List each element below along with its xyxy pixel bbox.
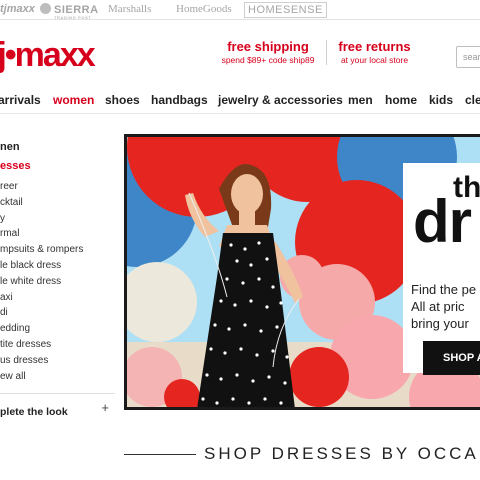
sidebar-divider: [0, 393, 115, 394]
nav-item-jewelry-accessories[interactable]: jewelry & accessories: [218, 93, 343, 107]
sidebar-item-jumpsuits-rompers[interactable]: mpsuits & rompers: [0, 242, 83, 258]
free-shipping-promo[interactable]: free shipping spend $89+ code ship89: [212, 40, 324, 65]
hero-copy-line: bring your: [411, 316, 469, 331]
hero-title-line-2: dr: [413, 188, 472, 255]
heading-rule: [124, 454, 196, 455]
main-nav: arrivals women shoes handbags jewelry & …: [0, 84, 480, 114]
shop-by-occasion-heading: SHOP DRESSES BY OCCA: [124, 440, 480, 470]
sidebar-item-view-all[interactable]: ew all: [0, 369, 83, 385]
sidebar-item-cocktail[interactable]: cktail: [0, 195, 83, 211]
hero-copy: Find the pe All at pric bring your: [411, 281, 480, 332]
hero-banner[interactable]: the dr Find the pe All at pric bring you…: [124, 134, 480, 410]
homesense-brand-link[interactable]: HOMESENSE: [244, 2, 327, 18]
sidebar-item-wedding[interactable]: edding: [0, 321, 83, 337]
sidebar-item-midi[interactable]: di: [0, 305, 83, 321]
sidebar-item-little-black-dress[interactable]: le black dress: [0, 258, 83, 274]
nav-item-women[interactable]: women: [53, 93, 94, 107]
nav-item-home[interactable]: home: [385, 93, 417, 107]
tjmaxx-brand-link[interactable]: tjmaxx: [0, 3, 35, 15]
tjmaxx-logo[interactable]: tj•maxx: [0, 38, 96, 72]
nav-item-kids[interactable]: kids: [429, 93, 453, 107]
search-placeholder: search: [463, 52, 480, 62]
sidebar-item-little-white-dress[interactable]: le white dress: [0, 274, 83, 290]
sidebar-item-maxi[interactable]: axi: [0, 290, 83, 306]
marshalls-brand-link[interactable]: Marshalls: [108, 3, 151, 15]
woman-face: [231, 174, 263, 214]
nav-item-men[interactable]: men: [348, 93, 373, 107]
free-returns-promo[interactable]: free returns at your local store: [326, 40, 422, 65]
sidebar-item-formal[interactable]: rmal: [0, 226, 83, 242]
hero-copy-line: Find the pe: [411, 282, 477, 297]
family-brand-bar: tjmaxx SIERRA TRADING POST Marshalls Home…: [0, 0, 480, 20]
sidebar-item-career[interactable]: reer: [0, 179, 83, 195]
free-returns-detail: at your local store: [340, 55, 409, 65]
sidebar-item-dresses[interactable]: esses: [0, 160, 31, 172]
nav-item-shoes[interactable]: shoes: [105, 93, 140, 107]
site-header: tj•maxx free shipping spend $89+ code sh…: [0, 20, 480, 84]
section-title: SHOP DRESSES BY OCCA: [204, 444, 479, 463]
sidebar-item-plus-dresses[interactable]: us dresses: [0, 353, 83, 369]
nav-item-clearance[interactable]: cle: [465, 93, 480, 107]
homegoods-brand-link[interactable]: HomeGoods: [176, 3, 232, 15]
plus-icon: +: [101, 400, 109, 415]
shop-all-button[interactable]: SHOP A: [423, 341, 480, 375]
category-sidebar: nen esses reer cktail y rmal mpsuits & r…: [0, 114, 120, 424]
nav-item-handbags[interactable]: handbags: [151, 93, 208, 107]
complete-the-look-toggle[interactable]: plete the look +: [0, 400, 115, 418]
woman-neck: [239, 209, 255, 225]
sidebar-item-day[interactable]: y: [0, 211, 83, 227]
nav-item-new-arrivals[interactable]: arrivals: [0, 93, 41, 107]
complete-the-look-label: plete the look: [0, 406, 68, 418]
red-balloon: [289, 347, 349, 407]
hero-copy-line: All at pric: [411, 299, 465, 314]
search-input[interactable]: search: [456, 46, 480, 68]
free-shipping-detail: spend $89+ code ship89: [221, 55, 315, 65]
sidebar-item-petite-dresses[interactable]: tite dresses: [0, 337, 83, 353]
sidebar-subcategory-list: reer cktail y rmal mpsuits & rompers le …: [0, 179, 83, 384]
free-shipping-title: free shipping: [227, 39, 309, 54]
sierra-brand-link[interactable]: SIERRA TRADING POST: [40, 3, 99, 20]
sidebar-heading[interactable]: nen: [0, 141, 20, 153]
free-returns-title: free returns: [338, 39, 411, 54]
sierra-logo-icon: [40, 3, 51, 14]
